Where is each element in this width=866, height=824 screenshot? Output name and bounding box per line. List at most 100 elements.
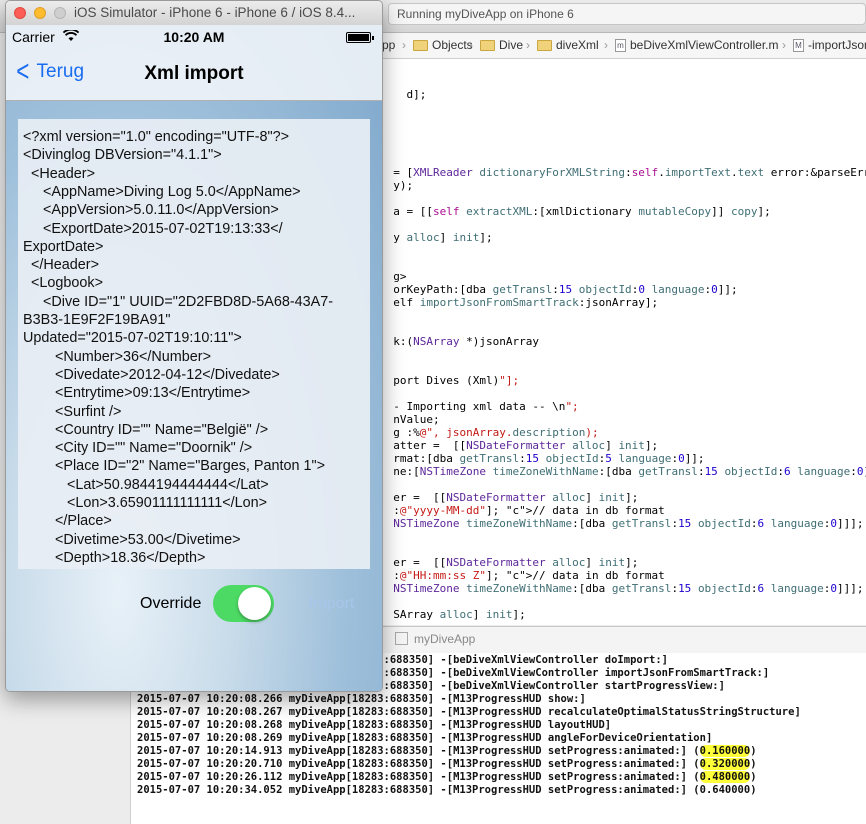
code-line: :@"yyyy-MM-dd"]; "c">// data in db forma… — [380, 504, 665, 517]
code-line: nValue; — [380, 413, 440, 426]
status-bar: Carrier 10:20 AM — [6, 28, 382, 46]
method-icon: M — [793, 38, 804, 52]
code-line: ne:[NSTimeZone timeZoneWithName:[dba get… — [380, 465, 866, 478]
xml-line: <AppVersion>5.0.11.0</AppVersion> — [23, 202, 279, 219]
debug-target-label[interactable]: myDiveApp — [414, 632, 475, 646]
crumb-label: Dive — [499, 38, 524, 52]
crumb-project[interactable]: pp — [382, 38, 395, 52]
crumb-file[interactable]: m beDiveXmlViewController.m — [615, 38, 779, 52]
xml-line: <Surfint /> — [23, 403, 122, 420]
code-line: = [XMLReader dictionaryForXMLString:self… — [380, 166, 866, 179]
xml-line: <Header> — [23, 165, 96, 182]
console-line: 2015-07-07 10:20:26.112 myDiveApp[18283:… — [137, 771, 757, 783]
override-label: Override — [140, 595, 202, 612]
iphone-screen: Carrier 10:20 AM < Terug Xml import <?xm… — [6, 25, 382, 691]
status-time: 10:20 AM — [163, 29, 225, 45]
simulator-title: iOS Simulator - iPhone 6 - iPhone 6 / iO… — [74, 5, 356, 20]
crumb-label: -importJson — [808, 38, 866, 52]
zoom-window-button[interactable] — [54, 7, 66, 19]
xml-line: <AppName>Diving Log 5.0</AppName> — [23, 183, 301, 200]
console-line: 2015-07-07 10:20:08.269 myDiveApp[18283:… — [137, 732, 713, 744]
app-target-icon — [395, 632, 408, 645]
xml-line: <City ID="" Name="Doornik" /> — [23, 440, 253, 457]
folder-icon — [480, 39, 495, 51]
crumb-method[interactable]: M -importJson — [793, 38, 866, 52]
code-line: g> — [380, 270, 407, 283]
code-line: er = [[NSDateFormatter alloc] init]; — [380, 491, 639, 504]
code-line: elf importJsonFromSmartTrack:jsonArray]; — [380, 296, 659, 309]
crumb-dive[interactable]: Dive — [480, 38, 523, 52]
xml-line: <Divetime>53.00</Divetime> — [23, 531, 241, 548]
chevron-right-icon: › — [782, 38, 786, 52]
simulator-window: iOS Simulator - iPhone 6 - iPhone 6 / iO… — [5, 0, 383, 692]
code-line: d]; — [380, 88, 427, 101]
xml-line: <Lon>3.65901111111111</Lon> — [23, 495, 268, 511]
xml-line: <ExportDate>2015-07-02T19:13:33</ — [23, 220, 283, 237]
code-line: er = [[NSDateFormatter alloc] init]; — [380, 556, 639, 569]
folder-icon — [537, 39, 552, 51]
minimize-window-button[interactable] — [34, 7, 46, 19]
code-line: rmat:[dba getTransl:15 objectId:5 langua… — [380, 452, 705, 465]
console-line: 2015-07-07 10:20:20.710 myDiveApp[18283:… — [137, 758, 757, 770]
crumb-label: Objects — [432, 38, 473, 52]
code-line: NSTimeZone timeZoneWithName:[dba getTran… — [393, 582, 864, 595]
code-line: :@"HH:mm:ss Z"]; "c">// data in db forma… — [380, 569, 665, 582]
navigation-bar: Carrier 10:20 AM < Terug Xml import — [6, 25, 382, 101]
console-line: 2015-07-07 10:20:34.052 myDiveApp[18283:… — [137, 784, 757, 796]
code-line: g :%@", jsonArray.description); — [380, 426, 599, 439]
switch-knob — [238, 587, 271, 620]
xml-line: <Lat>50.9844194444444</Lat> — [23, 476, 269, 493]
activity-viewer: Running myDiveApp on iPhone 6 — [388, 3, 866, 25]
chevron-right-icon: › — [469, 38, 473, 52]
xml-line: </Place> — [23, 513, 112, 530]
xml-line: </Header> — [23, 257, 100, 274]
code-line: atter = [[NSDateFormatter alloc] init]; — [380, 439, 659, 452]
crumb-objects[interactable]: Objects — [413, 38, 473, 52]
code-line: a = [[self extractXML:[xmlDictionary mut… — [380, 205, 771, 218]
xml-line: <Depth>18.36</Depth> — [23, 549, 206, 566]
chevron-right-icon: › — [604, 38, 608, 52]
xml-line: Updated="2015-07-02T19:10:11"> — [23, 330, 242, 347]
battery-icon — [346, 32, 374, 43]
xml-line: <Number>36</Number> — [23, 348, 211, 365]
crumb-divexml[interactable]: diveXml — [537, 38, 599, 52]
folder-icon — [413, 39, 428, 51]
page-title: Xml import — [144, 63, 244, 84]
xml-line: <Divinglog DBVersion="4.1.1"> — [23, 147, 222, 164]
code-line: - Importing xml data -- \n"; — [380, 400, 579, 413]
code-editor[interactable]: d]; = [XMLReader dictionaryForXMLString:… — [380, 59, 866, 625]
crumb-label: diveXml — [556, 38, 599, 52]
xml-text-view[interactable]: <?xml version="1.0" encoding="UTF-8"?> <D… — [18, 119, 370, 569]
xml-line: <?xml version="1.0" encoding="UTF-8"?> — [23, 129, 290, 145]
console-line: 2015-07-07 10:20:08.267 myDiveApp[18283:… — [137, 706, 801, 718]
import-button[interactable]: Import — [309, 595, 354, 613]
xml-line: <Divedate>2012-04-12</Divedate> — [23, 366, 280, 383]
jump-bar: pp › Objects › Dive › diveXml › m beDiveX… — [380, 33, 866, 59]
code-line: y alloc] init]; — [380, 231, 493, 244]
console-line: 2015-07-07 10:20:14.913 myDiveApp[18283:… — [137, 745, 757, 757]
code-line: port Dives (Xml)"]; — [380, 374, 520, 387]
xml-line: ExportDate> — [23, 238, 104, 255]
objc-file-icon: m — [615, 38, 626, 52]
crumb-label: beDiveXmlViewController.m — [630, 38, 779, 52]
chevron-right-icon: › — [402, 38, 406, 52]
crumb-label: pp — [382, 38, 396, 52]
close-window-button[interactable] — [14, 7, 26, 19]
chevron-right-icon: › — [526, 38, 530, 52]
console-line: 2015-07-07 10:20:08.268 myDiveApp[18283:… — [137, 719, 612, 731]
code-line: orKeyPath:[dba getTransl:15 objectId:0 l… — [380, 283, 738, 296]
xml-line: <Entrytime>09:13</Entrytime> — [23, 385, 251, 402]
xml-line: <Place ID="2" Name="Barges, Panton 1"> — [23, 458, 326, 475]
xml-line: <Logbook> — [23, 275, 104, 292]
debug-bar: myDiveApp — [380, 626, 866, 654]
override-switch[interactable] — [213, 585, 274, 622]
xml-line: <Country ID="" Name="België" /> — [23, 421, 269, 438]
code-line: k:(NSArray *)jsonArray — [380, 335, 539, 348]
code-line: y); — [380, 179, 414, 192]
code-line: SArray alloc] init]; — [380, 608, 526, 621]
xml-line: <Dive ID="1" UUID="2D2FBD8D-5A68-43A7- — [23, 293, 334, 310]
simulator-titlebar: iOS Simulator - iPhone 6 - iPhone 6 / iO… — [6, 1, 382, 26]
console-line: 2015-07-07 10:20:08.266 myDiveApp[18283:… — [137, 693, 586, 705]
code-line: NSTimeZone timeZoneWithName:[dba getTran… — [393, 517, 864, 530]
xml-line: B3B3-1E9F2F19BA91" — [23, 312, 171, 328]
